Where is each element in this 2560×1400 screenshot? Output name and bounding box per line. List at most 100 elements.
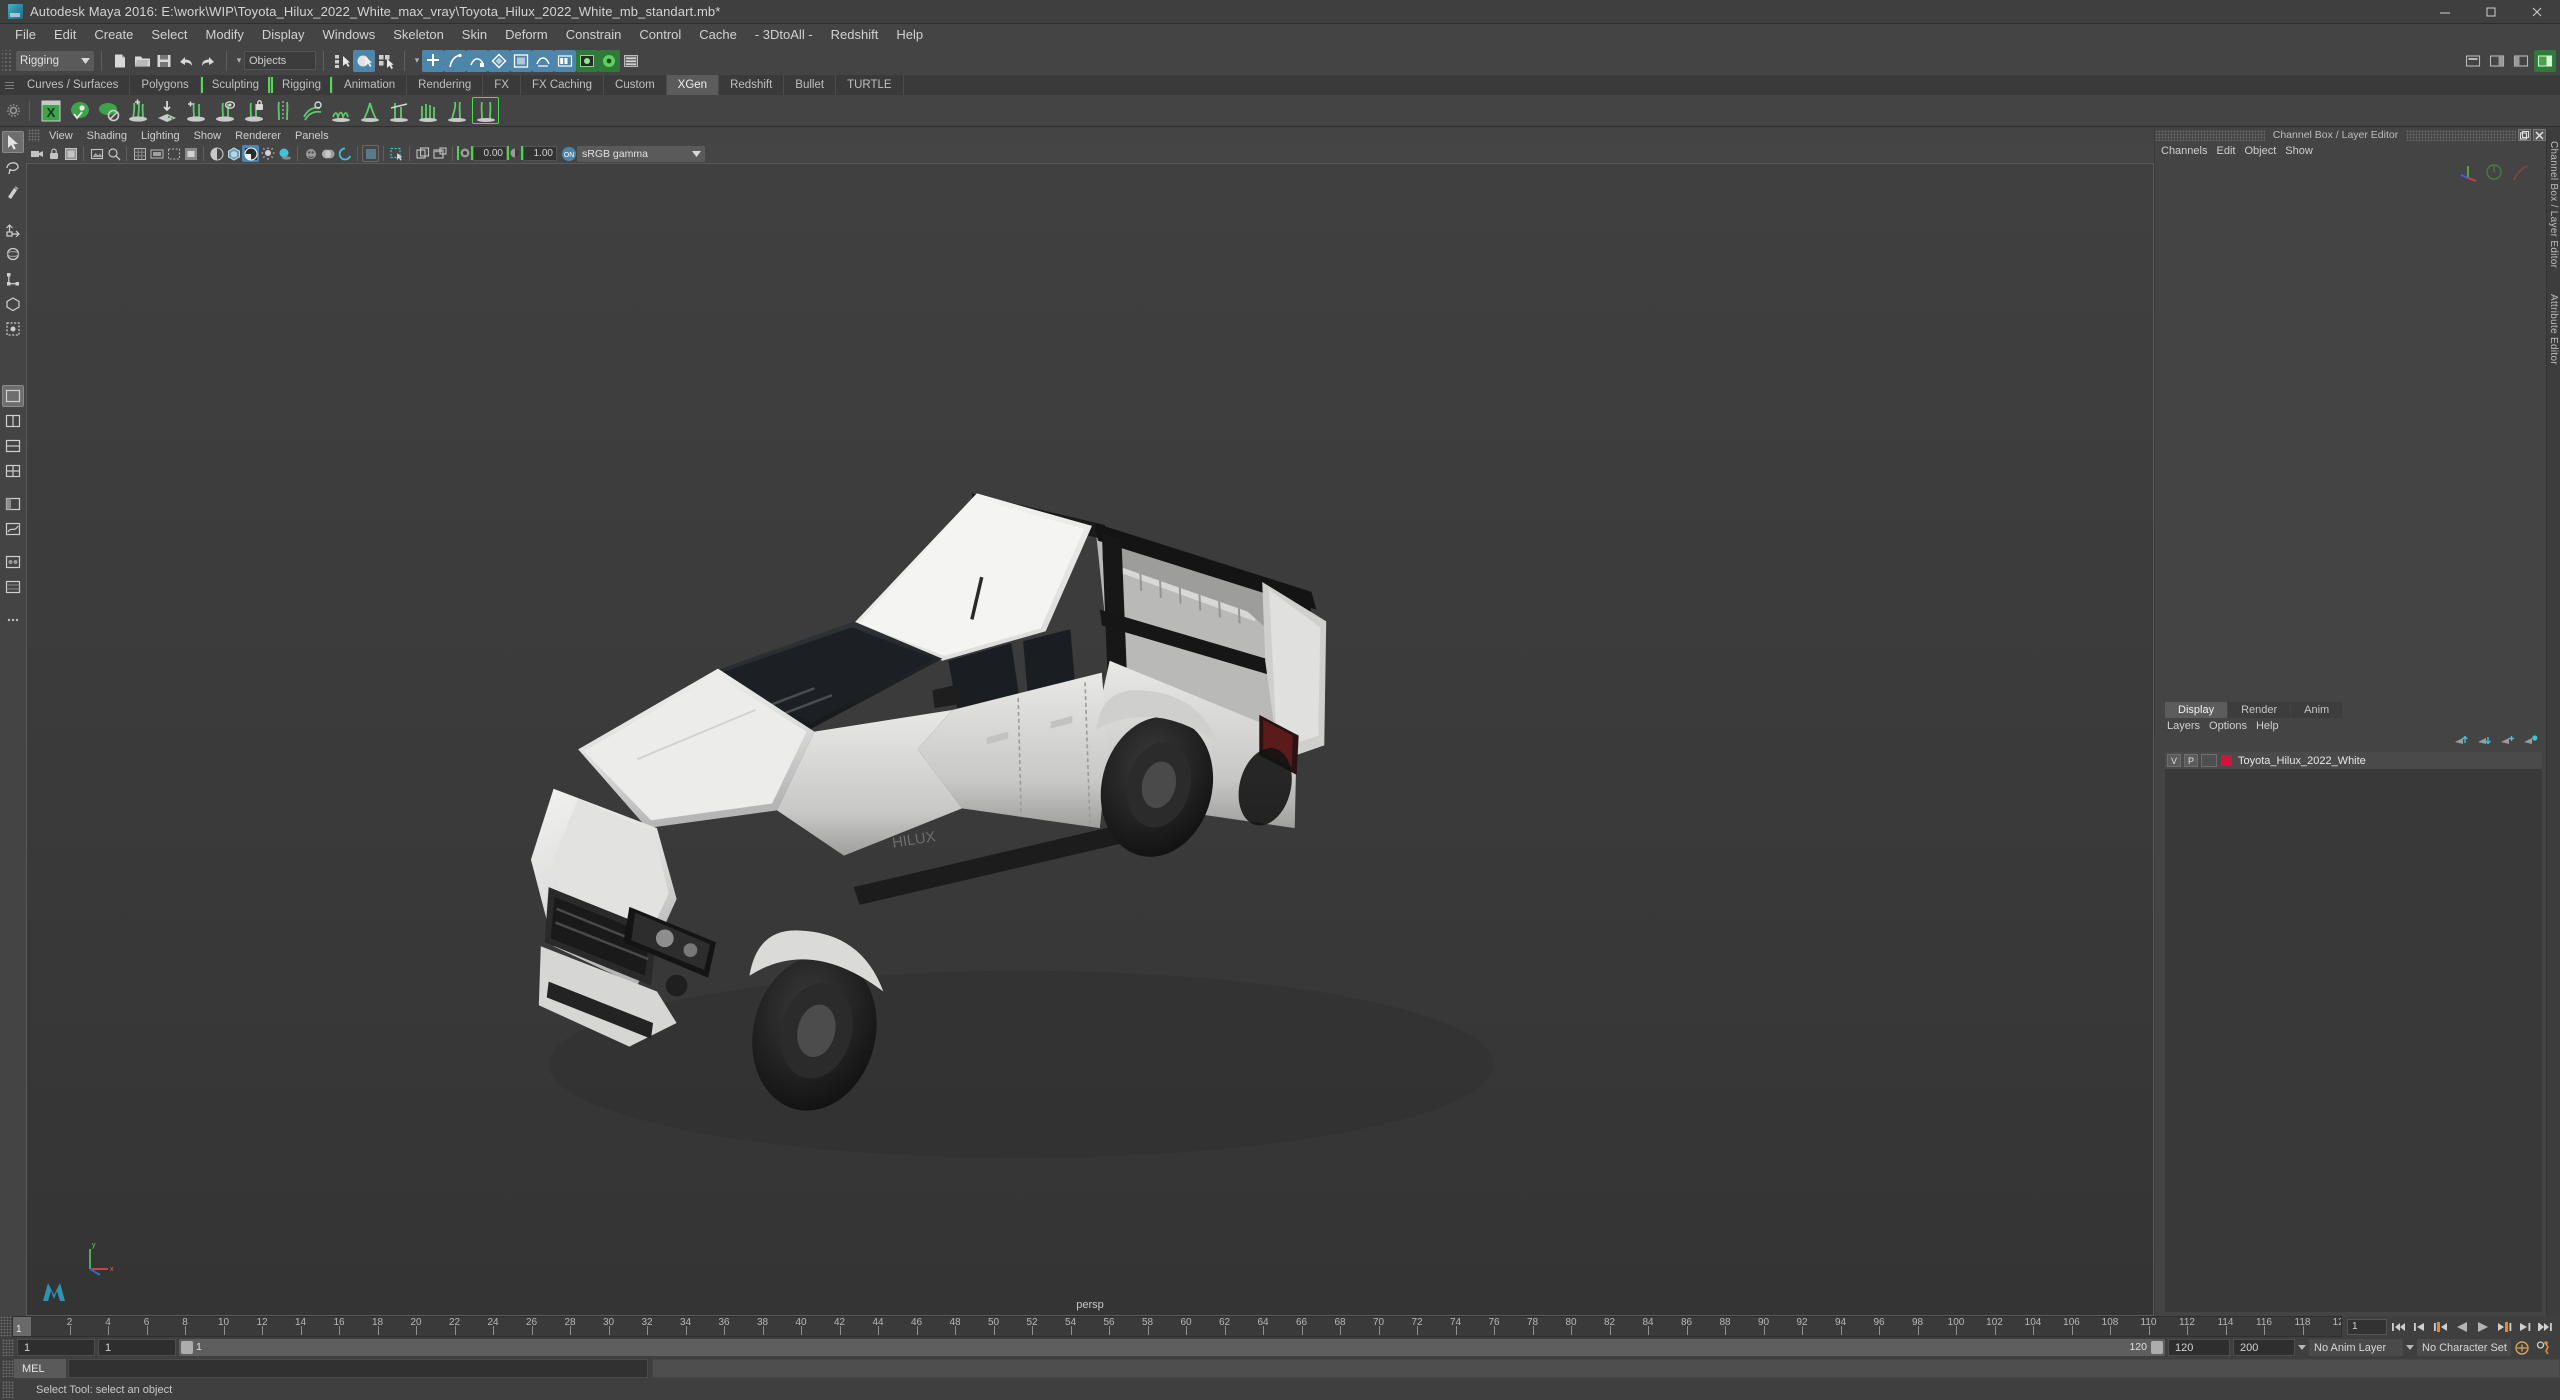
range-start-handle[interactable] (181, 1341, 193, 1354)
shelf-grip[interactable] (2, 75, 16, 95)
viewport-menu-panels[interactable]: Panels (288, 130, 336, 142)
undo-icon[interactable] (175, 50, 197, 72)
range-slider-track[interactable]: 1 120 (179, 1339, 2165, 1356)
shelf-tab-rigging[interactable]: Rigging (271, 75, 334, 95)
layer-row[interactable]: V P Toyota_Hilux_2022_White (2165, 752, 2542, 769)
shelf-tab-turtle[interactable]: TURTLE (836, 75, 904, 95)
command-line-grip[interactable] (2, 1360, 14, 1377)
new-layer-icon[interactable] (2500, 733, 2515, 751)
layout-two-pane-stacked-icon[interactable] (2, 435, 24, 457)
anim-layer-dropdown[interactable]: No Anim Layer (2309, 1339, 2403, 1356)
menu-redshift[interactable]: Redshift (822, 25, 888, 45)
menu-skeleton[interactable]: Skeleton (384, 25, 453, 45)
command-language-tab[interactable]: MEL (14, 1359, 66, 1378)
animation-start-time-field[interactable]: 1 (17, 1339, 95, 1356)
layer-list[interactable]: V P Toyota_Hilux_2022_White (2165, 752, 2542, 1312)
xgen-clump-brush-icon[interactable] (356, 97, 383, 124)
shelf-tab-fx-caching[interactable]: FX Caching (521, 75, 605, 95)
toggle-attribute-editor-icon[interactable] (2486, 50, 2508, 72)
xgen-mirror-guide-icon[interactable] (269, 97, 296, 124)
viewport-menu-renderer[interactable]: Renderer (228, 130, 288, 142)
film-gate-icon[interactable] (148, 145, 165, 162)
go-to-start-icon[interactable] (2390, 1318, 2408, 1336)
tab-anim[interactable]: Anim (2291, 702, 2343, 718)
layout-more-icon[interactable] (2, 609, 24, 631)
channel-box-menu-object[interactable]: Object (2244, 145, 2285, 157)
smooth-shade-all-icon[interactable] (242, 145, 259, 162)
menu-skin[interactable]: Skin (453, 25, 496, 45)
layer-playback-toggle[interactable]: P (2184, 754, 2198, 767)
playback-start-time-field[interactable]: 1 (98, 1339, 176, 1356)
shelf-options-gear-icon[interactable] (4, 104, 22, 117)
xgen-export-icon[interactable] (472, 97, 499, 124)
camera-attributes-icon[interactable] (62, 145, 79, 162)
shelf-tab-bullet[interactable]: Bullet (784, 75, 837, 95)
save-scene-icon[interactable] (153, 50, 175, 72)
two-d-pan-zoom-icon[interactable] (105, 145, 122, 162)
move-layer-down-icon[interactable] (2477, 733, 2492, 751)
shelf-tab-redshift[interactable]: Redshift (719, 75, 785, 95)
viewport-effects-icon[interactable] (362, 145, 379, 162)
exposure-value-field[interactable]: 0.00 (473, 146, 507, 161)
current-time-field[interactable]: 1 (2347, 1318, 2387, 1335)
selection-mask-chevron-icon[interactable]: ▾ (234, 55, 244, 66)
xgen-lock-guide-icon[interactable] (240, 97, 267, 124)
shelf-tab-custom[interactable]: Custom (604, 75, 667, 95)
perspective-viewport[interactable]: HILUX persp y x (26, 163, 2154, 1316)
gamma-icon[interactable] (507, 145, 523, 162)
selection-mask-field[interactable]: Objects (244, 51, 316, 70)
menu-3dtoall[interactable]: - 3DtoAll - (746, 25, 822, 45)
render-icon[interactable] (576, 49, 598, 72)
exposure-adjust-icon[interactable] (208, 145, 225, 162)
snap-grid-icon[interactable] (422, 49, 444, 72)
layout-single-pane-icon[interactable] (2, 385, 24, 407)
resolution-gate-icon[interactable] (165, 145, 182, 162)
layer-menu-layers[interactable]: Layers (2167, 720, 2209, 732)
undock-icon[interactable] (2518, 129, 2531, 141)
color-management-toggle[interactable]: ON (560, 145, 577, 162)
xgen-comb-brush-icon[interactable] (298, 97, 325, 124)
time-slider-current-frame-marker[interactable]: 1 (13, 1317, 31, 1336)
layout-four-pane-icon[interactable] (2, 460, 24, 482)
command-input-field[interactable] (68, 1359, 648, 1378)
snap-view-icon[interactable] (510, 49, 532, 72)
menu-windows[interactable]: Windows (313, 25, 384, 45)
play-backwards-icon[interactable] (2453, 1318, 2471, 1336)
snap-view-plane-icon[interactable] (488, 49, 510, 72)
menu-control[interactable]: Control (630, 25, 690, 45)
viewport-menu-lighting[interactable]: Lighting (134, 130, 187, 142)
xgen-noise-brush-icon[interactable] (327, 97, 354, 124)
open-scene-icon[interactable] (131, 50, 153, 72)
layout-two-pane-side-icon[interactable] (2, 410, 24, 432)
make-live-icon[interactable] (532, 49, 554, 72)
xgen-place-guide-icon[interactable] (153, 97, 180, 124)
tab-display[interactable]: Display (2165, 702, 2228, 718)
new-scene-icon[interactable] (109, 50, 131, 72)
shadows-icon[interactable] (276, 145, 293, 162)
layer-visibility-toggle[interactable]: V (2167, 754, 2181, 767)
shelf-tab-sculpting[interactable]: Sculpting (200, 75, 272, 95)
range-slider-grip[interactable] (2, 1339, 14, 1356)
ambient-occlusion-icon[interactable] (302, 145, 319, 162)
command-output-field[interactable] (652, 1359, 2560, 1378)
layout-persp-uv-icon[interactable] (2, 576, 24, 598)
universal-manipulator-tool[interactable] (2, 293, 24, 315)
shelf-tab-xgen[interactable]: XGen (666, 75, 720, 95)
xgen-density-brush-icon[interactable] (414, 97, 441, 124)
status-line-grip[interactable] (2, 49, 12, 72)
tab-render[interactable]: Render (2228, 702, 2291, 718)
layout-hypershade-icon[interactable] (2, 551, 24, 573)
menu-create[interactable]: Create (85, 25, 142, 45)
range-end-handle[interactable] (2151, 1341, 2163, 1354)
side-tab-channel-box[interactable]: Channel Box / Layer Editor (2548, 141, 2559, 268)
layer-menu-help[interactable]: Help (2256, 720, 2288, 732)
lock-camera-icon[interactable] (45, 145, 62, 162)
menu-edit[interactable]: Edit (45, 25, 85, 45)
step-forward-frame-icon[interactable] (2495, 1318, 2513, 1336)
new-layer-from-selected-icon[interactable] (2523, 733, 2538, 751)
time-slider-ruler[interactable]: 1 2 4 6 8 10 12 14 16 18 20 22 24 26 28 30 32 34 36 38 40 42… (12, 1316, 2342, 1337)
xgen-add-guide-icon[interactable] (124, 97, 151, 124)
channel-box-content[interactable] (2155, 159, 2546, 702)
viewport-menu-show[interactable]: Show (187, 130, 229, 142)
viewport-menu-shading[interactable]: Shading (80, 130, 134, 142)
